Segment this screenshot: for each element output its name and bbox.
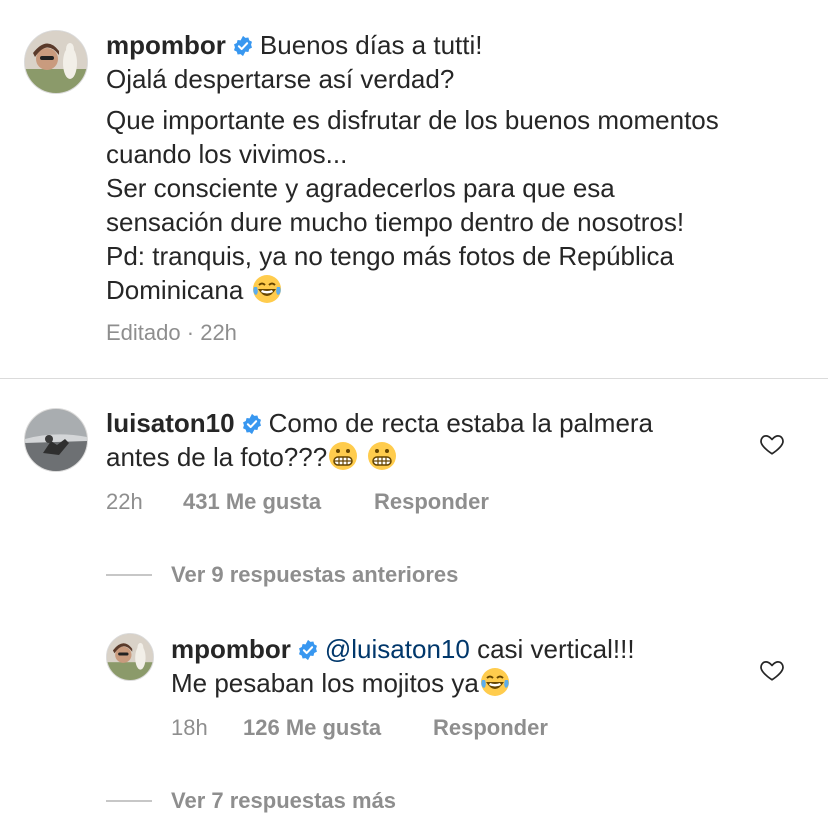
mention-link[interactable]: @luisaton10 [325, 634, 470, 664]
reply-avatar[interactable] [106, 633, 154, 681]
caption-text-5: sensación dure mucho tiempo dentro de no… [106, 207, 685, 237]
edited-label: Editado [106, 320, 181, 345]
comment-line-1: luisaton10 Como de recta estaba la palmer… [106, 406, 653, 440]
comment-likes-button[interactable]: 431 Me gusta [183, 488, 321, 516]
comment-time: 22h [106, 489, 143, 514]
heart-outline-icon[interactable] [759, 431, 785, 457]
caption-meta: Editado · 22h [106, 319, 237, 347]
face-with-tears-of-joy-emoji [479, 666, 511, 698]
avatar-image [25, 409, 87, 471]
caption-text-2: Que importante es disfrutar de los bueno… [106, 105, 719, 135]
caption-time: 22h [200, 320, 237, 345]
caption-text-6: Pd: tranquis, ya no tengo más fotos de R… [106, 241, 675, 271]
meta-separator: · [186, 320, 195, 345]
caption-avatar[interactable] [24, 30, 88, 94]
face-with-tears-of-joy-emoji [251, 273, 283, 305]
reply-time: 18h [171, 715, 208, 740]
comment-avatar[interactable] [24, 408, 88, 472]
reply-line-1: mpombor @luisaton10 casi vertical!!! [171, 632, 635, 666]
heart-outline-icon[interactable] [759, 657, 785, 683]
reply-likes-button[interactable]: 126 Me gusta [243, 714, 381, 742]
divider [0, 378, 828, 379]
caption-text-1: Ojalá despertarse así verdad? [106, 64, 455, 94]
verified-badge-icon [241, 413, 263, 435]
reply-line-2: Me pesaban los mojitos ya [171, 666, 511, 700]
verified-badge-icon [297, 639, 319, 661]
thread-dash [106, 574, 152, 576]
grimacing-face-emoji [327, 440, 359, 472]
view-more-replies[interactable]: Ver 7 respuestas más [171, 787, 396, 815]
comment-text-2: antes de la foto??? [106, 442, 328, 472]
comment-username[interactable]: luisaton10 [106, 408, 235, 438]
caption-username[interactable]: mpombor [106, 30, 226, 60]
comment-line-2: antes de la foto??? [106, 440, 398, 474]
caption-text-4: Ser consciente y agradecerlos para que e… [106, 173, 615, 203]
caption-line-0: mpombor Buenos días a tutti! [106, 28, 482, 62]
comment-reply-button[interactable]: Responder [374, 488, 489, 516]
avatar-image [25, 31, 87, 93]
verified-badge-icon [232, 35, 254, 57]
caption-text-7: Dominicana [106, 275, 244, 305]
caption-line-7: Dominicana [106, 273, 283, 307]
reply-text-1: casi vertical!!! [477, 634, 635, 664]
reply-reply-button[interactable]: Responder [433, 714, 548, 742]
comment-text-1: Como de recta estaba la palmera [268, 408, 654, 438]
view-previous-replies[interactable]: Ver 9 respuestas anteriores [171, 561, 458, 589]
caption-text-0: Buenos días a tutti! [259, 30, 483, 60]
grimacing-face-emoji [366, 440, 398, 472]
reply-text-2: Me pesaban los mojitos ya [171, 668, 479, 698]
thread-dash [106, 800, 152, 802]
caption-text-3: cuando los vivimos... [106, 139, 348, 169]
reply-username[interactable]: mpombor [171, 634, 291, 664]
avatar-image [107, 634, 153, 680]
